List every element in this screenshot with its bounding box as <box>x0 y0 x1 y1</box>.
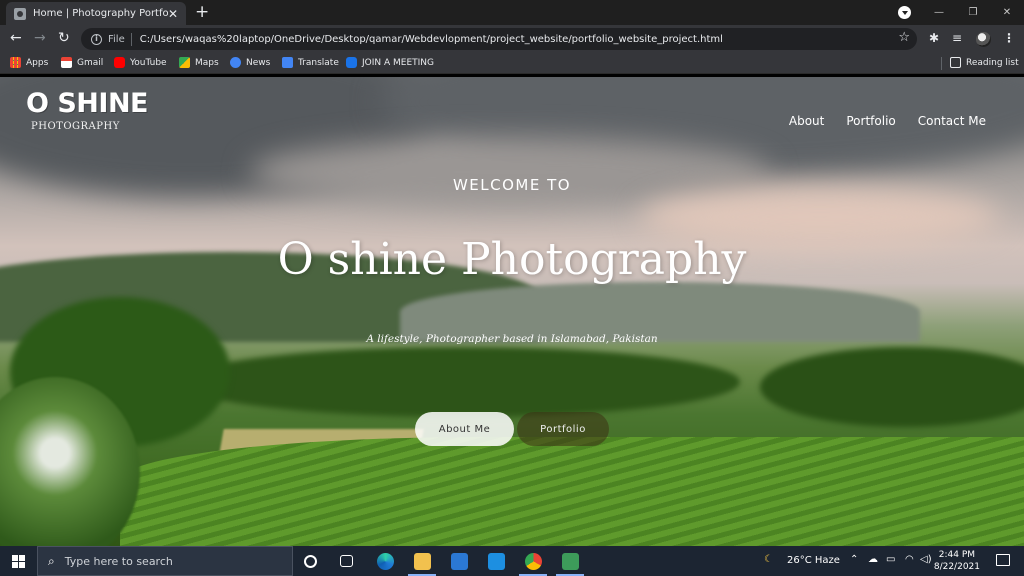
extensions-puzzle-icon[interactable]: ✱ <box>929 31 939 45</box>
logo-sub-text: PHOTOGRAPHY <box>31 121 120 132</box>
tab-search-icon[interactable] <box>898 6 911 19</box>
camera-icon <box>14 7 26 20</box>
notification-icon[interactable] <box>996 554 1010 566</box>
logo-main-text: O SHINE <box>26 88 148 119</box>
back-arrow-icon[interactable]: ← <box>10 30 22 46</box>
translate-icon <box>282 57 293 68</box>
forward-arrow-icon[interactable]: → <box>34 30 46 46</box>
hero-tagline: A lifestyle, Photographer based in Islam… <box>366 333 658 345</box>
restore-icon[interactable]: ❐ <box>956 7 990 18</box>
reload-icon[interactable]: ↻ <box>58 30 70 46</box>
divider <box>941 57 942 70</box>
tab-close-button[interactable]: ✕ <box>168 7 178 21</box>
bookmark-label: JOIN A MEETING <box>362 57 434 68</box>
bookmark-label: YouTube <box>130 57 167 68</box>
maps-icon <box>179 57 190 68</box>
youtube-icon <box>114 57 125 68</box>
bookmark-maps[interactable]: Maps <box>179 57 219 68</box>
new-tab-button[interactable]: + <box>195 3 209 21</box>
vineyard <box>120 437 1024 546</box>
task-view-icon[interactable] <box>340 555 353 567</box>
profile-avatar[interactable] <box>976 32 991 47</box>
browser-tab-strip: Home | Photography Portfolio ✕ + — ❐ ✕ <box>0 0 1024 25</box>
bookmark-star-icon[interactable]: ☆ <box>898 30 910 45</box>
reading-list-icon <box>950 57 961 68</box>
windows-start-icon[interactable] <box>12 555 25 568</box>
weather-icon[interactable]: ☾ <box>764 554 773 565</box>
app-icon[interactable] <box>562 553 579 570</box>
file-explorer-icon[interactable] <box>414 553 431 570</box>
info-icon[interactable]: i <box>91 33 102 45</box>
about-me-button[interactable]: About Me <box>415 412 514 446</box>
bookmark-youtube[interactable]: YouTube <box>114 57 167 68</box>
media-control-icon[interactable]: ≡ <box>952 31 962 45</box>
battery-icon[interactable]: ▭ <box>886 554 895 565</box>
news-icon <box>230 57 241 68</box>
file-label: File <box>108 33 125 45</box>
search-icon: ⌕ <box>48 553 55 568</box>
chrome-icon[interactable] <box>525 553 542 570</box>
bookmark-label: Translate <box>298 57 339 68</box>
windows-taskbar: ⌕ Type here to search ☾ 26°C Haze ⌃ ☁ ▭ … <box>0 546 1024 576</box>
more-menu-icon[interactable]: ⋮ <box>1003 31 1015 45</box>
bookmarks-bar: Apps Gmail YouTube Maps News Translate J… <box>0 52 1024 74</box>
wifi-icon[interactable]: ◠ <box>905 554 914 565</box>
clock-time: 2:44 PM <box>938 550 976 560</box>
weather-text[interactable]: 26°C Haze <box>787 555 840 566</box>
bookmark-join-meeting[interactable]: JOIN A MEETING <box>346 57 434 68</box>
nav-about[interactable]: About <box>789 114 824 128</box>
bookmark-news[interactable]: News <box>230 57 270 68</box>
browser-tab[interactable]: Home | Photography Portfolio ✕ <box>6 2 186 25</box>
nav-portfolio[interactable]: Portfolio <box>846 114 895 128</box>
tree-line <box>180 347 740 417</box>
site-nav: About Portfolio Contact Me <box>789 114 986 128</box>
bookmark-apps[interactable]: Apps <box>10 57 48 68</box>
clock-date: 8/22/2021 <box>933 562 980 572</box>
store-icon[interactable] <box>451 553 468 570</box>
close-window-icon[interactable]: ✕ <box>990 7 1024 18</box>
system-clock[interactable]: 2:44 PM 8/22/2021 <box>934 549 980 573</box>
bookmark-label: Apps <box>26 57 49 68</box>
zoom-icon <box>346 57 357 68</box>
divider <box>130 32 132 46</box>
apps-grid-icon <box>10 57 21 68</box>
hero-title: O shine Photography <box>277 234 747 285</box>
tree-line <box>760 347 1024 427</box>
nav-contact[interactable]: Contact Me <box>918 114 986 128</box>
tray-chevron-icon[interactable]: ⌃ <box>850 554 858 565</box>
minimize-icon[interactable]: — <box>922 7 956 18</box>
window-controls: — ❐ ✕ <box>922 0 1024 25</box>
reading-list-button[interactable]: Reading list <box>950 57 1019 68</box>
gmail-icon <box>61 57 72 68</box>
bookmark-label: Gmail <box>77 57 104 68</box>
tab-title: Home | Photography Portfolio <box>33 8 168 19</box>
bookmark-gmail[interactable]: Gmail <box>61 57 103 68</box>
cortana-icon[interactable] <box>304 555 317 568</box>
volume-icon[interactable]: ◁) <box>920 554 932 565</box>
hero-section <box>0 77 1024 546</box>
url-text[interactable]: C:/Users/waqas%20laptop/OneDrive/Desktop… <box>140 34 723 45</box>
site-logo[interactable]: O SHINE PHOTOGRAPHY <box>26 88 148 133</box>
browser-toolbar: ← → ↻ i File C:/Users/waqas%20laptop/One… <box>0 25 1024 52</box>
reading-list-label: Reading list <box>966 57 1019 68</box>
mail-icon[interactable] <box>488 553 505 570</box>
onedrive-cloud-icon[interactable]: ☁ <box>868 554 878 565</box>
edge-icon[interactable] <box>377 553 394 570</box>
bookmark-label: Maps <box>195 57 219 68</box>
search-placeholder: Type here to search <box>64 554 173 568</box>
portfolio-button[interactable]: Portfolio <box>517 412 609 446</box>
welcome-text: WELCOME TO <box>452 176 572 194</box>
bookmark-label: News <box>246 57 271 68</box>
bookmark-translate[interactable]: Translate <box>282 57 339 68</box>
address-bar[interactable]: i File C:/Users/waqas%20laptop/OneDrive/… <box>81 28 917 50</box>
taskbar-search-input[interactable]: ⌕ Type here to search <box>37 546 293 576</box>
